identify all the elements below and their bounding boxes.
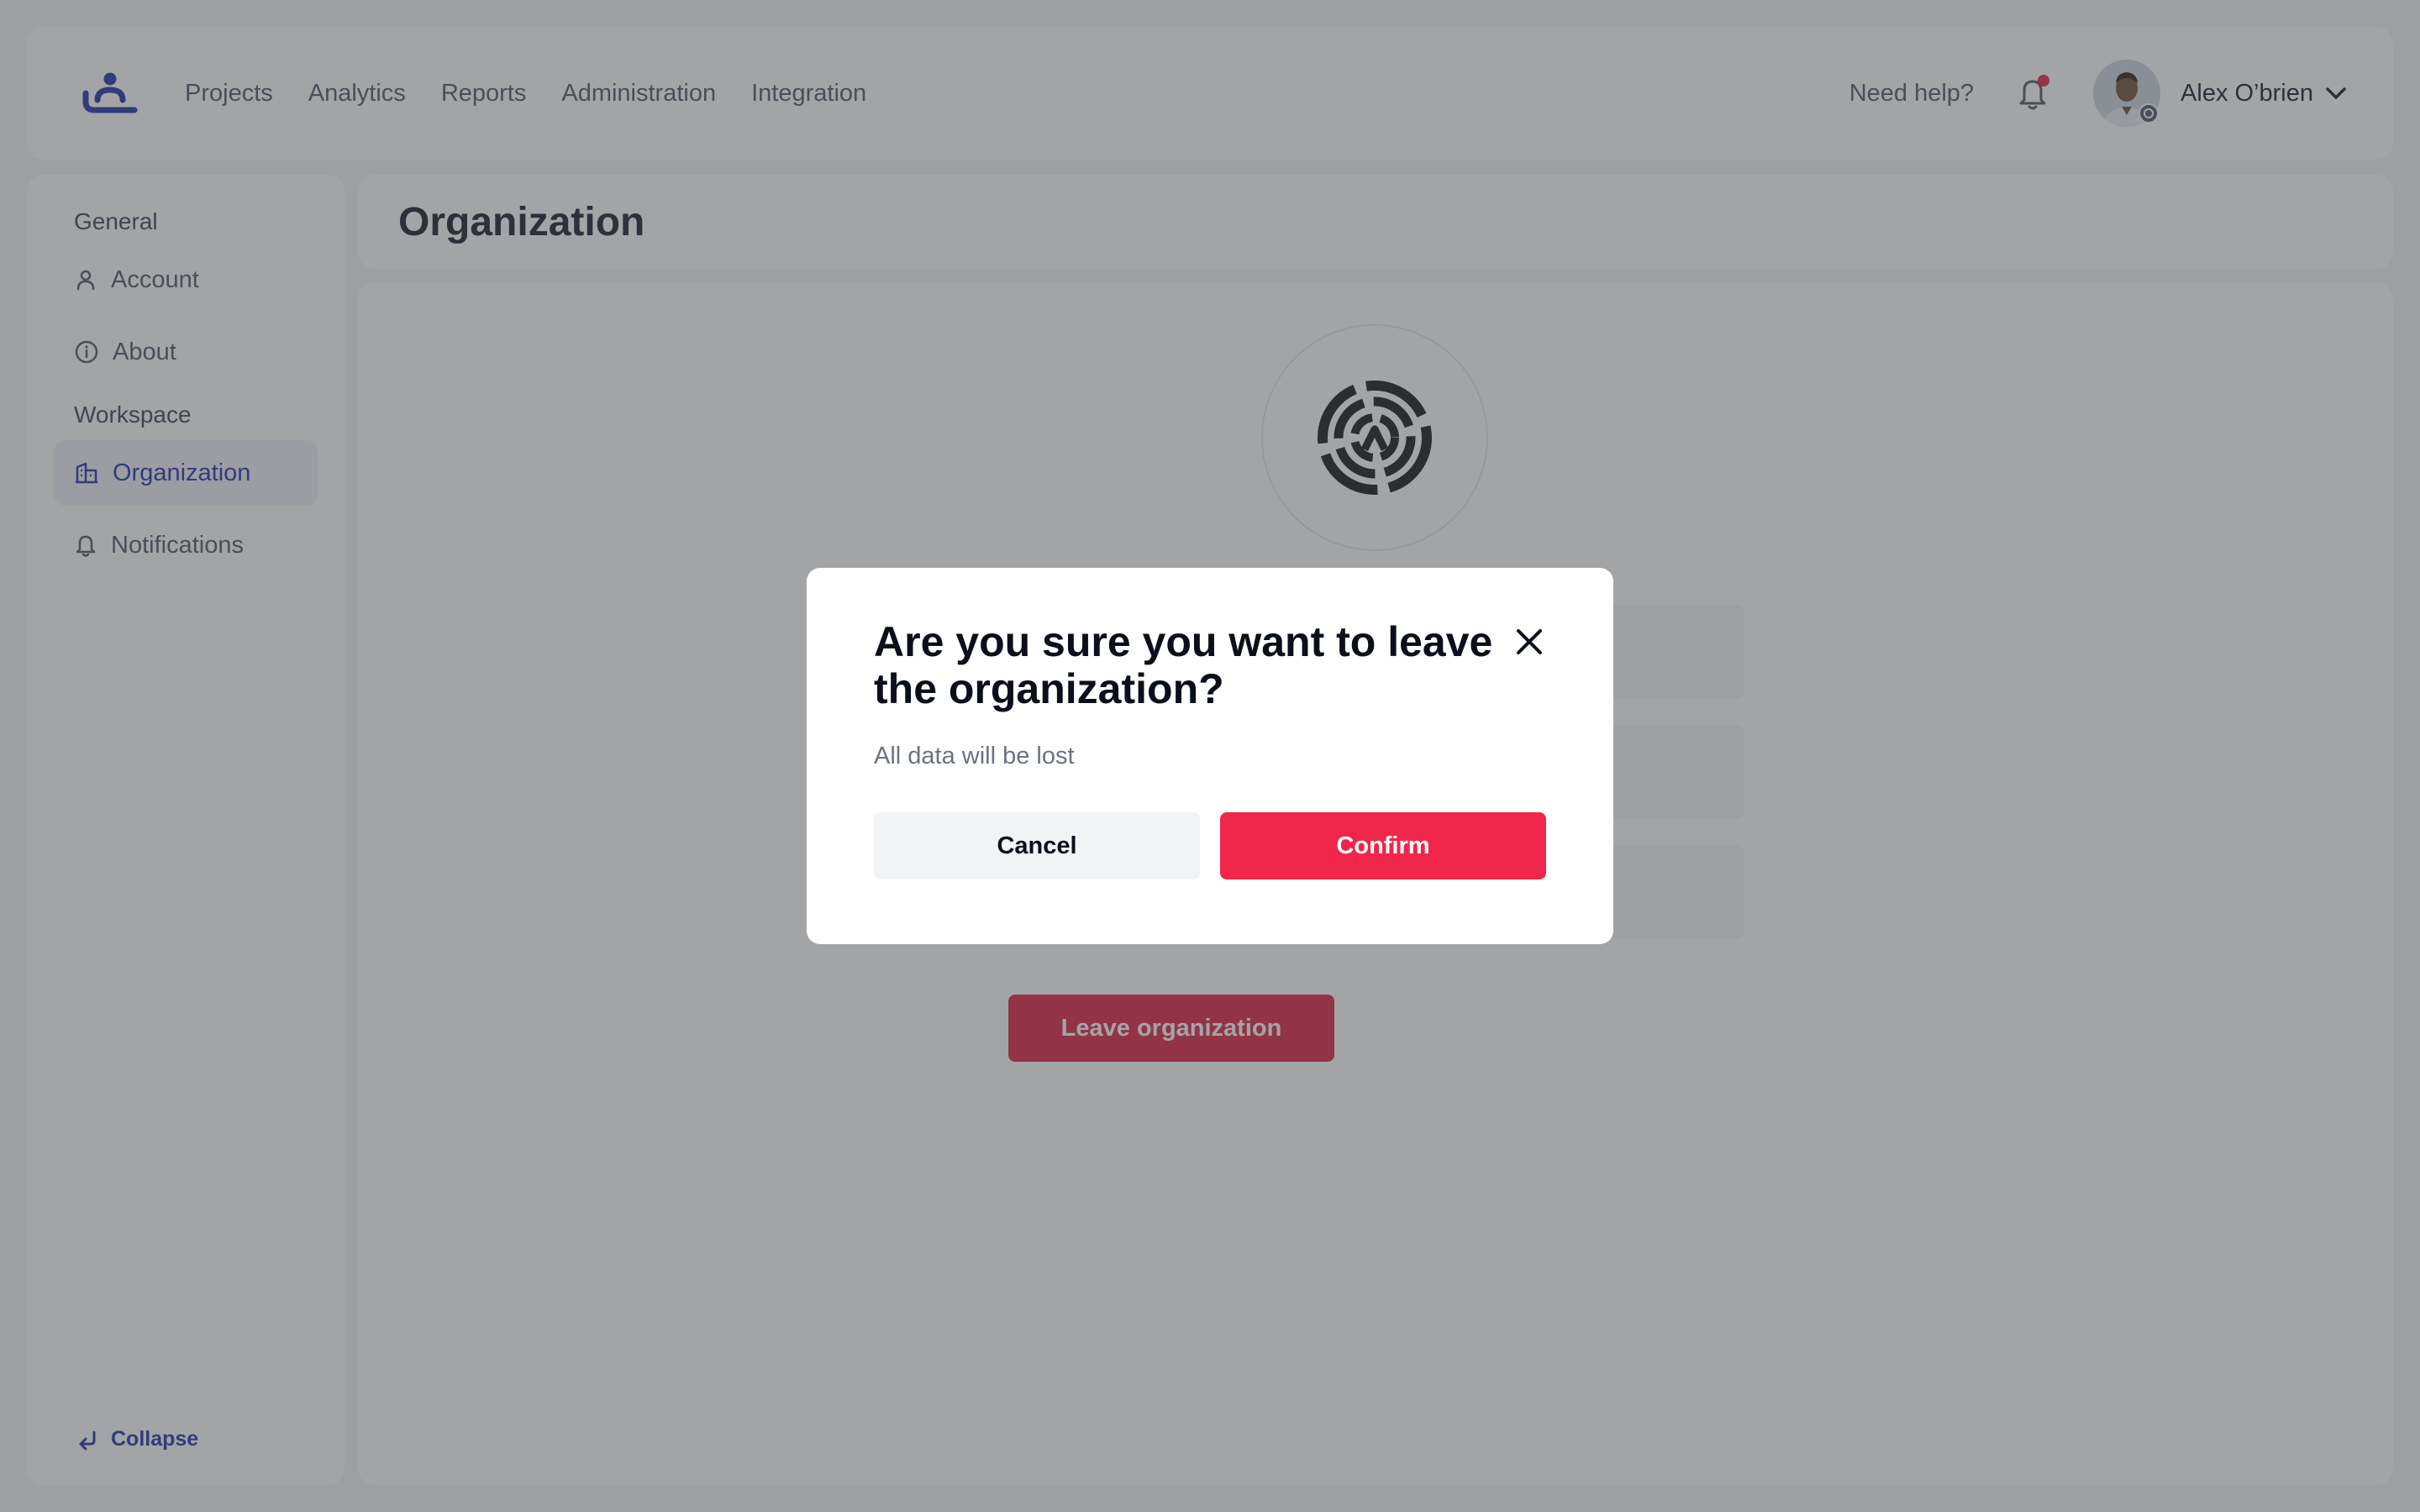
cancel-button[interactable]: Cancel bbox=[874, 812, 1200, 879]
confirm-button[interactable]: Confirm bbox=[1220, 812, 1546, 879]
dialog-message: All data will be lost bbox=[874, 743, 1075, 769]
close-icon[interactable] bbox=[1512, 625, 1546, 659]
app-window: Projects Analytics Reports Administratio… bbox=[0, 0, 2420, 1512]
dialog-actions: Cancel Confirm bbox=[874, 812, 1546, 879]
dialog-title: Are you sure you want to leave the organ… bbox=[874, 618, 1493, 712]
leave-organization-dialog: Are you sure you want to leave the organ… bbox=[807, 568, 1613, 944]
